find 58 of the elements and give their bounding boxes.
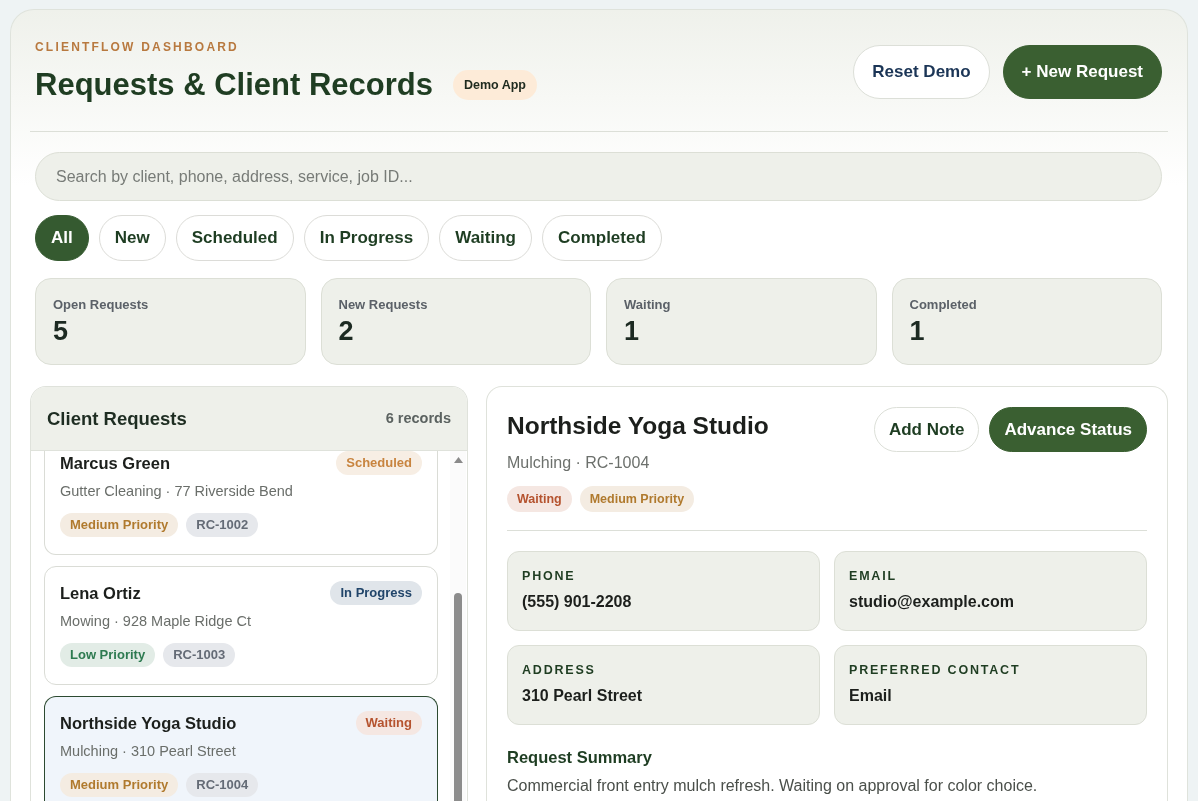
request-subtitle: Mowing · 928 Maple Ridge Ct	[60, 612, 252, 631]
panel-title: Client Requests	[47, 406, 187, 431]
filter-chip[interactable]: In Progress	[303, 215, 430, 261]
stat-label: Open Requests	[53, 297, 150, 313]
stat-label: Waiting	[624, 297, 672, 313]
info-label: EMAIL	[849, 569, 898, 583]
info-label: PREFERRED CONTACT	[849, 663, 1022, 677]
summary-heading: Request Summary	[507, 747, 653, 767]
stat-value: 1	[909, 315, 926, 347]
info-value: studio@example.com	[849, 592, 1015, 612]
scroll-up-icon[interactable]	[453, 457, 463, 463]
client-name: Marcus Green	[60, 453, 171, 474]
priority-tag: Medium Priority	[60, 773, 179, 797]
priority-tag: Medium Priority	[60, 513, 179, 537]
priority-tag: Low Priority	[60, 643, 156, 667]
request-subtitle: Mulching · 310 Pearl Street	[60, 742, 237, 761]
request-card[interactable]: Marcus Green Scheduled Gutter Cleaning · 77 Riverside Bend Medium Priority RC-1002	[44, 451, 438, 555]
status-badge: Scheduled	[336, 451, 422, 475]
detail-title: Northside Yoga Studio	[507, 411, 769, 441]
detail-subtitle: Mulching · RC-1004	[507, 453, 651, 473]
primary-action-button[interactable]: Advance Status	[989, 407, 1147, 452]
priority-tag: Medium Priority	[579, 486, 695, 512]
filter-chip[interactable]: Waiting	[439, 215, 532, 261]
filter-chip[interactable]: New	[98, 215, 166, 261]
page-title: Requests & Client Records	[35, 67, 433, 103]
stat-value: 5	[53, 315, 70, 347]
job-id-tag: RC-1003	[163, 643, 236, 667]
demo-badge: Demo App	[452, 69, 537, 101]
filter-chip[interactable]: Completed	[541, 215, 662, 261]
info-label: PHONE	[522, 569, 577, 583]
request-card[interactable]: Lena Ortiz In Progress Mowing · 928 Maple Ridge Ct Low Priority RC-1003	[44, 566, 438, 685]
search-field[interactable]: Search by client, phone, address, service, job ID...	[35, 152, 1162, 201]
info-value: Email	[849, 686, 893, 706]
request-card[interactable]: Northside Yoga Studio Waiting Mulching · 310 Pearl Street Medium Priority RC-1004	[44, 696, 438, 801]
secondary-action-button[interactable]: Reset Demo	[853, 44, 990, 99]
job-id-tag: RC-1002	[186, 513, 259, 537]
summary-text: Commercial front entry mulch refresh. Waiting on approval for color choice.	[507, 776, 1039, 796]
scrollbar-thumb[interactable]	[454, 593, 462, 801]
primary-action-button[interactable]: + New Request	[1002, 44, 1162, 99]
status-badge: Waiting	[355, 711, 422, 735]
filter-chip[interactable]: Scheduled	[175, 215, 294, 261]
stat-label: Completed	[909, 297, 978, 313]
job-id-tag: RC-1004	[186, 773, 259, 797]
info-label: ADDRESS	[522, 663, 597, 677]
record-count: 6 records	[385, 408, 451, 428]
stat-value: 1	[624, 315, 641, 347]
secondary-action-button[interactable]: Add Note	[873, 407, 980, 452]
info-value: (555) 901-2208	[522, 592, 633, 612]
stat-label: New Requests	[338, 297, 429, 313]
info-value: 310 Pearl Street	[522, 686, 644, 706]
client-name: Northside Yoga Studio	[60, 713, 237, 734]
dashboard-eyebrow: CLIENTFLOW DASHBOARD	[35, 40, 240, 54]
status-badge: In Progress	[330, 581, 422, 605]
client-name: Lena Ortiz	[60, 583, 141, 604]
request-subtitle: Gutter Cleaning · 77 Riverside Bend	[60, 482, 294, 501]
status-badge: Waiting	[507, 486, 572, 512]
filter-chip[interactable]: All	[35, 215, 89, 261]
stat-value: 2	[338, 315, 355, 347]
